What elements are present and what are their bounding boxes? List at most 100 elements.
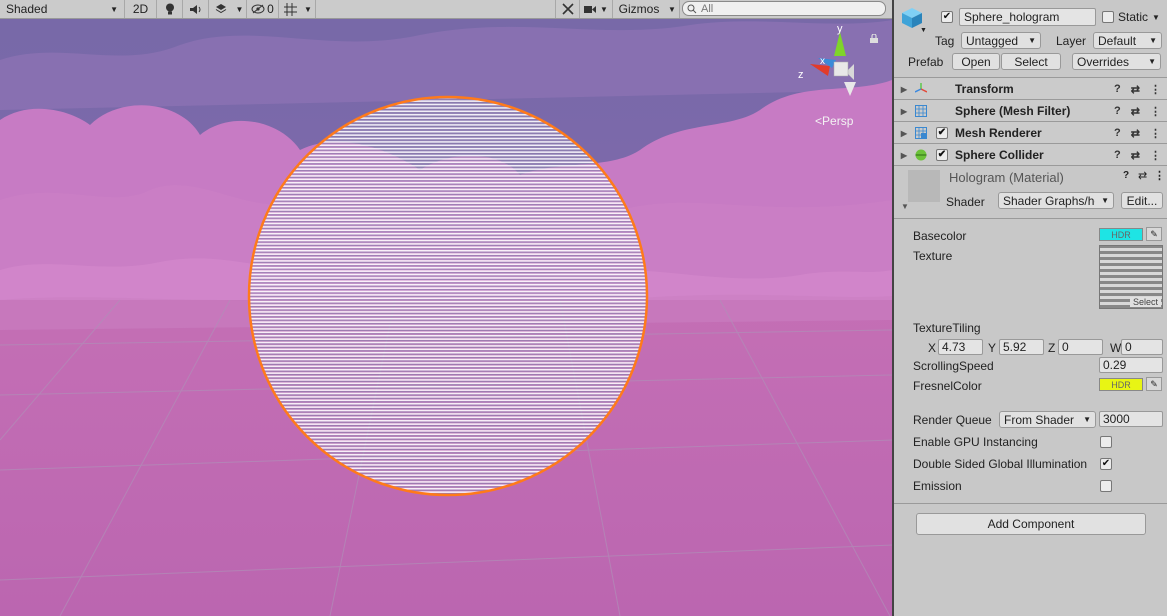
audio-toggle[interactable] (183, 0, 209, 18)
lightbulb-icon (165, 3, 174, 15)
camera-dropdown[interactable]: ▼ (580, 0, 613, 18)
tiling-y-label: Y (988, 341, 997, 355)
help-icon[interactable]: ? (1114, 83, 1121, 96)
basecolor-color-field[interactable]: HDR (1099, 228, 1143, 241)
scene-viewport[interactable]: y z x (0, 0, 892, 616)
gizmos-button[interactable]: Gizmos (613, 0, 665, 18)
active-checkbox[interactable]: ✔ (941, 11, 953, 23)
foldout-arrow-icon[interactable]: ▶ (897, 85, 911, 94)
component-header[interactable]: ▶ ✔ Mesh Renderer? ⇄ ⋮ (894, 121, 1167, 144)
scene-view[interactable]: y z x <Persp Shaded ▼ 2D ▼ 0 ▼ ▼ Gizmos … (0, 0, 892, 616)
projection-toggle[interactable]: <Persp (815, 114, 853, 128)
speaker-icon (189, 4, 200, 14)
tiling-x-label: X (928, 341, 937, 355)
shader-edit-label: Edit... (1126, 193, 1158, 208)
foldout-arrow-icon[interactable]: ▶ (897, 107, 911, 116)
eyedropper-icon[interactable]: ✎ (1146, 377, 1162, 391)
scene-search-input[interactable]: All (682, 1, 886, 16)
chevron-down-icon: ▼ (1083, 415, 1091, 424)
double-sided-gi-label: Double Sided Global Illumination (913, 457, 1088, 471)
tiling-w-label: W (1110, 341, 1122, 355)
presets-icon[interactable]: ⇄ (1138, 169, 1147, 182)
kebab-menu-icon[interactable]: ⋮ (1150, 127, 1161, 140)
grid-dropdown[interactable]: ▼ (301, 0, 316, 18)
kebab-menu-icon[interactable]: ⋮ (1150, 105, 1161, 118)
scrolling-speed-field[interactable]: 0.29 (1099, 357, 1163, 373)
component-header[interactable]: ▶ Transform? ⇄ ⋮ (894, 77, 1167, 100)
fresnel-color-field[interactable]: HDR (1099, 378, 1143, 391)
gizmos-dropdown[interactable]: ▼ (665, 0, 680, 18)
prefab-open-label: Open (961, 54, 991, 69)
shading-mode-dropdown[interactable]: Shaded ▼ (0, 0, 125, 18)
material-preview-thumbnail[interactable] (908, 170, 940, 202)
tiling-z-field[interactable]: 0 (1058, 339, 1103, 355)
presets-icon[interactable]: ⇄ (1131, 149, 1140, 162)
lighting-toggle[interactable] (157, 0, 183, 18)
divider (894, 218, 1167, 219)
prefab-select-button[interactable]: Select (1001, 53, 1061, 70)
eyedropper-icon[interactable]: ✎ (1146, 227, 1162, 241)
lock-icon[interactable] (870, 32, 878, 43)
prefab-open-button[interactable]: Open (952, 53, 1000, 70)
kebab-menu-icon[interactable]: ⋮ (1154, 169, 1165, 182)
help-icon[interactable]: ? (1114, 127, 1121, 140)
effects-toggle[interactable] (209, 0, 233, 18)
help-icon[interactable]: ? (1114, 149, 1121, 162)
help-icon[interactable]: ? (1114, 105, 1121, 118)
emission-checkbox[interactable] (1100, 480, 1112, 492)
gpu-instancing-checkbox[interactable] (1100, 436, 1112, 448)
kebab-menu-icon[interactable]: ⋮ (1150, 149, 1161, 162)
gpu-instancing-label: Enable GPU Instancing (913, 435, 1038, 449)
render-queue-dropdown[interactable]: From Shader ▼ (999, 411, 1096, 428)
foldout-arrow-icon[interactable]: ▼ (901, 202, 909, 211)
static-dropdown[interactable]: Static ▼ (1118, 10, 1160, 24)
shader-dropdown[interactable]: Shader Graphs/hc ▼ (998, 192, 1114, 209)
component-enabled-checkbox[interactable]: ✔ (936, 127, 948, 139)
component-enabled-checkbox[interactable]: ✔ (936, 149, 948, 161)
prefab-overrides-dropdown[interactable]: Overrides ▼ (1072, 53, 1161, 70)
component-header[interactable]: ▶ Sphere (Mesh Filter)? ⇄ ⋮ (894, 99, 1167, 122)
prefab-overrides-label: Overrides (1077, 54, 1130, 69)
tools-icon (561, 3, 574, 15)
chevron-down-icon: ▼ (1148, 57, 1156, 66)
projection-label: Persp (822, 114, 854, 128)
foldout-arrow-icon[interactable]: ▶ (897, 129, 911, 138)
fresnel-color-label: FresnelColor (913, 379, 982, 393)
double-sided-gi-checkbox[interactable]: ✔ (1100, 458, 1112, 470)
grid-toggle[interactable] (279, 0, 301, 18)
eye-slash-icon (251, 4, 265, 14)
kebab-menu-icon[interactable]: ⋮ (1150, 83, 1161, 96)
sphere-collider-icon (915, 149, 929, 161)
hdr-label: HDR (1111, 379, 1131, 390)
gizmos-label: Gizmos (618, 2, 660, 16)
icon-dropdown-arrow[interactable]: ▼ (920, 27, 927, 34)
tools-toggle[interactable] (555, 0, 580, 18)
texture-slot[interactable]: Select (1099, 245, 1163, 309)
presets-icon[interactable]: ⇄ (1131, 83, 1140, 96)
presets-icon[interactable]: ⇄ (1131, 127, 1140, 140)
shader-label: Shader (946, 195, 985, 209)
add-component-button[interactable]: Add Component (916, 513, 1146, 535)
shader-edit-button[interactable]: Edit... (1121, 192, 1163, 209)
tiling-x-field[interactable]: 4.73 (938, 339, 983, 355)
tag-dropdown[interactable]: Untagged ▼ (961, 32, 1041, 49)
tiling-w-field[interactable]: 0 (1121, 339, 1163, 355)
layer-dropdown[interactable]: Default ▼ (1093, 32, 1162, 49)
component-header[interactable]: ▶ ✔ Sphere Collider? ⇄ ⋮ (894, 143, 1167, 166)
effects-dropdown[interactable]: ▼ (233, 0, 247, 18)
static-checkbox[interactable] (1102, 11, 1114, 23)
mode-2d-button[interactable]: 2D (125, 0, 157, 18)
texture-select-button[interactable]: Select (1129, 297, 1161, 307)
chevron-down-icon: ▼ (668, 4, 676, 14)
foldout-arrow-icon[interactable]: ▶ (897, 151, 911, 160)
scrolling-speed-label: ScrollingSpeed (913, 359, 994, 373)
grid-icon (283, 2, 297, 16)
hidden-objects-toggle[interactable]: 0 (247, 0, 279, 18)
presets-icon[interactable]: ⇄ (1131, 105, 1140, 118)
tiling-y-field[interactable]: 5.92 (999, 339, 1044, 355)
mode-2d-label: 2D (132, 2, 149, 16)
object-name-field[interactable]: Sphere_hologram (959, 8, 1096, 26)
help-icon[interactable]: ? (1123, 170, 1129, 181)
basecolor-label: Basecolor (913, 229, 967, 243)
render-queue-field[interactable]: 3000 (1099, 411, 1163, 427)
